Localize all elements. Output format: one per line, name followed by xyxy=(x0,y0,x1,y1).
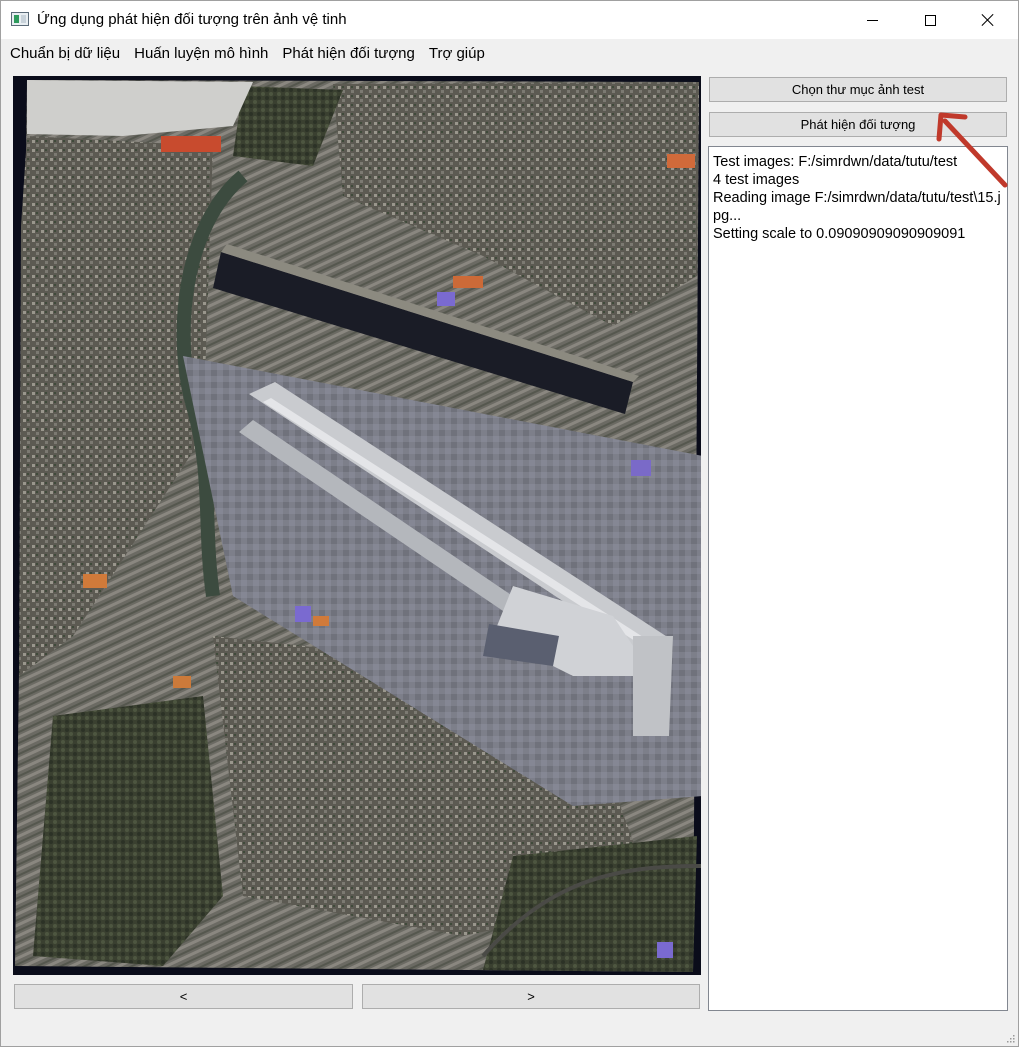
menu-prepare-data[interactable]: Chuẩn bị dữ liệu xyxy=(3,41,127,66)
app-icon xyxy=(11,12,29,26)
title-bar[interactable]: Ứng dụng phát hiện đối tượng trên ảnh vệ… xyxy=(1,1,1018,39)
close-icon xyxy=(981,13,995,27)
menu-train-model[interactable]: Huấn luyện mô hình xyxy=(127,41,275,66)
choose-test-folder-button[interactable]: Chọn thư mục ảnh test xyxy=(709,77,1007,102)
log-line: Setting scale to 0.09090909090909091 xyxy=(713,226,966,242)
minimize-icon xyxy=(866,19,878,21)
prev-image-button[interactable]: < xyxy=(14,984,353,1009)
image-viewer xyxy=(13,76,701,975)
menu-bar: Chuẩn bị dữ liệu Huấn luyện mô hình Phát… xyxy=(1,39,1018,67)
close-button[interactable] xyxy=(959,1,1017,39)
maximize-icon xyxy=(924,14,936,26)
minimize-button[interactable] xyxy=(843,1,901,39)
maximize-button[interactable] xyxy=(901,1,959,39)
log-output[interactable]: Test images: F:/simrdwn/data/tutu/test 4… xyxy=(708,146,1008,1011)
log-line: 4 test images xyxy=(713,172,800,188)
app-window: Ứng dụng phát hiện đối tượng trên ảnh vệ… xyxy=(0,0,1019,1047)
detect-objects-button[interactable]: Phát hiện đối tượng xyxy=(709,112,1007,137)
log-line: Reading image F:/simrdwn/data/tutu/test\… xyxy=(713,190,1001,224)
window-title: Ứng dụng phát hiện đối tượng trên ảnh vệ… xyxy=(37,11,347,28)
log-line: Test images: F:/simrdwn/data/tutu/test xyxy=(713,154,958,170)
resize-grip-icon[interactable] xyxy=(1005,1033,1015,1043)
menu-detect-objects[interactable]: Phát hiện đối tượng xyxy=(275,41,421,66)
menu-help[interactable]: Trợ giúp xyxy=(422,41,492,66)
satellite-image xyxy=(15,80,701,972)
next-image-button[interactable]: > xyxy=(362,984,700,1009)
